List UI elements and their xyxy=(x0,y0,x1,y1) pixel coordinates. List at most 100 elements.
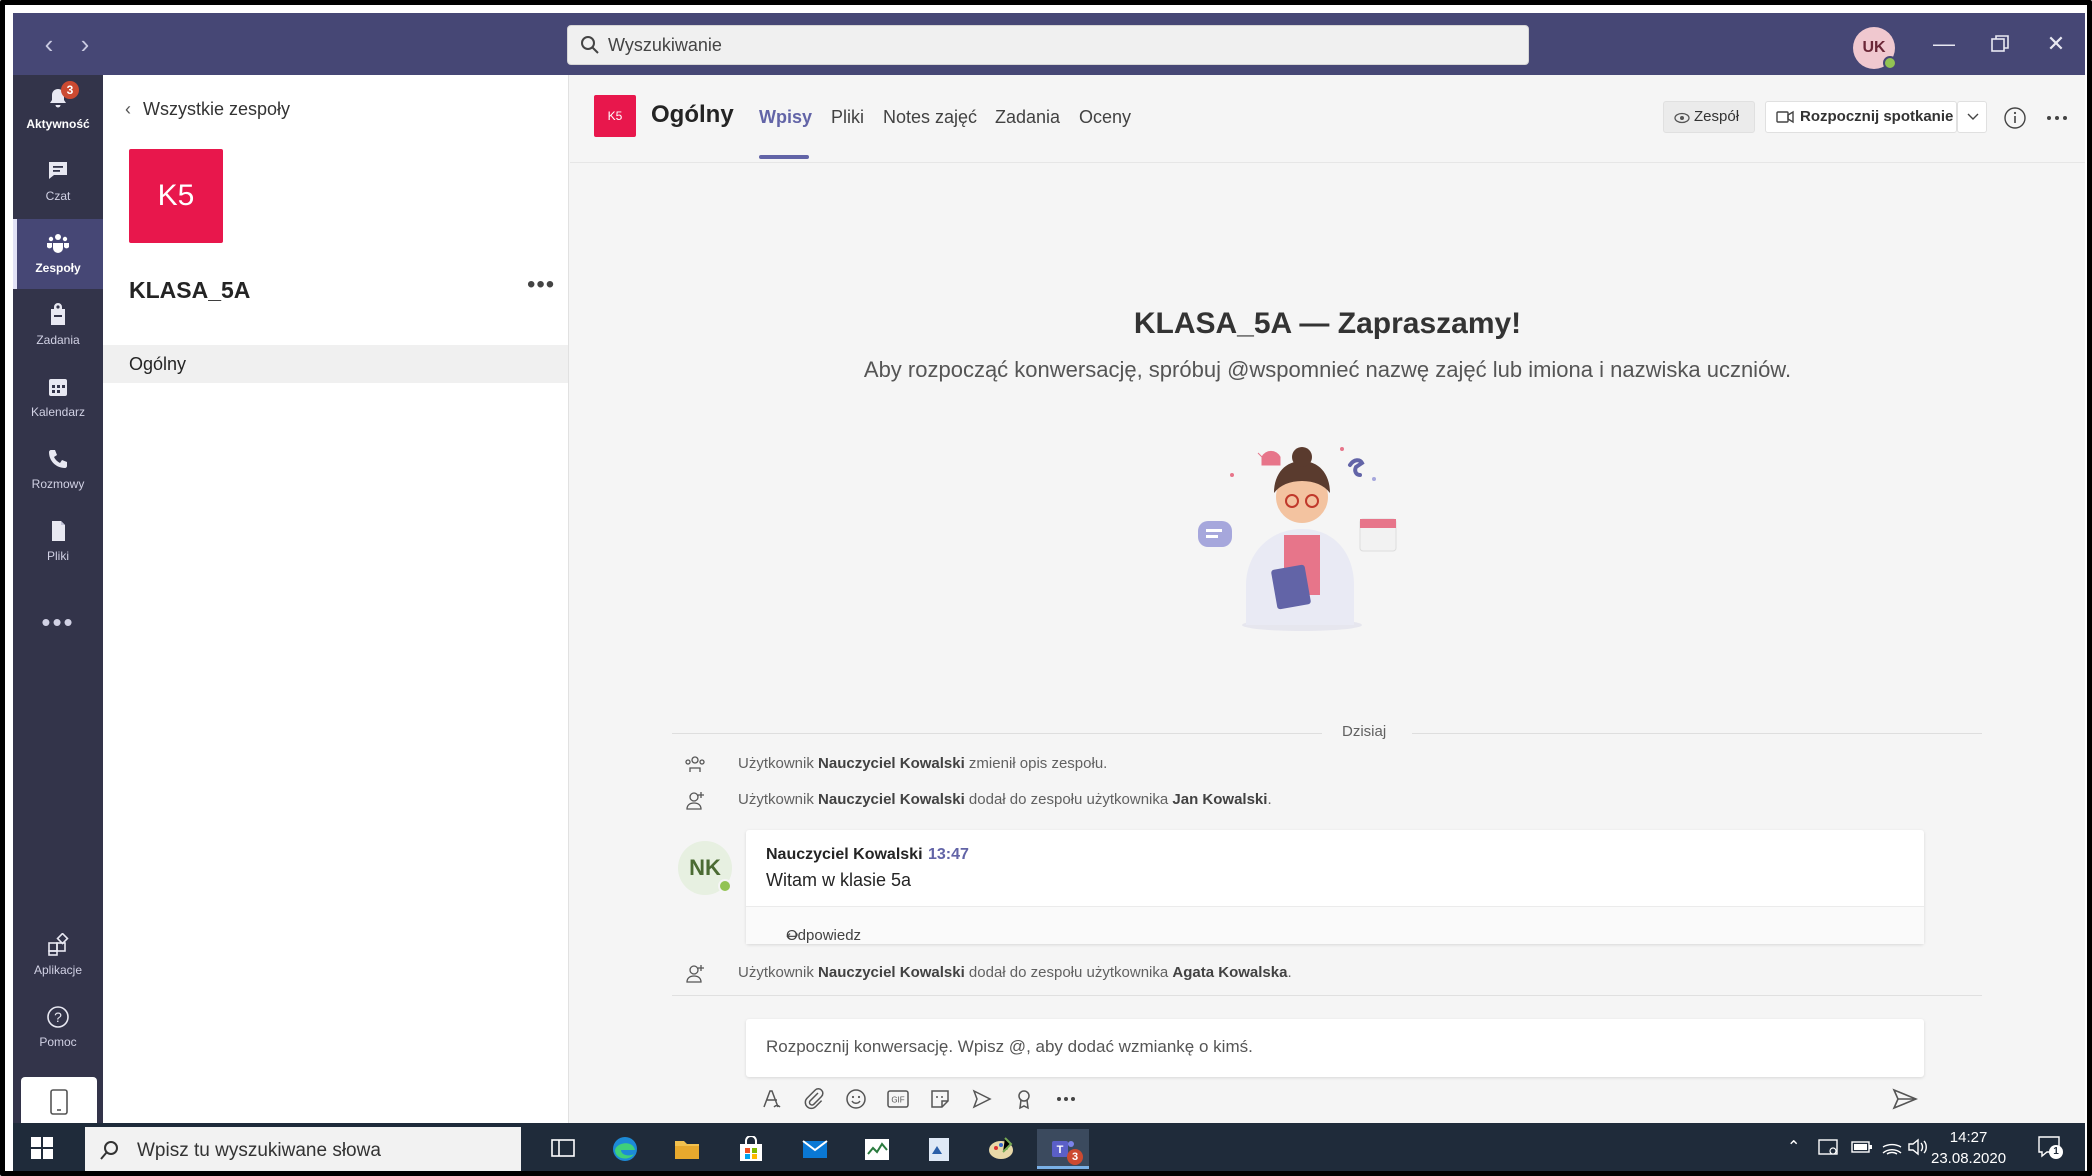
edge-icon xyxy=(613,1137,637,1161)
rail-item-apps[interactable]: Aplikacje xyxy=(13,921,103,991)
channel-name: Ogólny xyxy=(651,101,734,128)
mail-button[interactable] xyxy=(789,1129,841,1169)
tab-files[interactable]: Pliki xyxy=(831,107,864,128)
task-view-icon xyxy=(551,1139,575,1157)
tab-class-notebook[interactable]: Notes zajęć xyxy=(883,107,977,128)
presence-available-icon xyxy=(718,879,732,893)
edge-browser-button[interactable] xyxy=(599,1129,651,1169)
tab-grades[interactable]: Oceny xyxy=(1079,107,1131,128)
event-action: zmienił opis zespołu. xyxy=(964,755,1108,772)
mail-icon xyxy=(802,1140,828,1158)
store-button[interactable] xyxy=(725,1129,777,1169)
team-more-options-icon[interactable]: ••• xyxy=(527,271,555,299)
taskbar-search-placeholder: Wpisz tu wyszukiwane słowa xyxy=(137,1140,381,1161)
taskbar-search-input[interactable]: Wpisz tu wyszukiwane słowa xyxy=(85,1127,521,1171)
gif-icon[interactable]: GIF xyxy=(886,1087,910,1111)
rail-label-apps: Aplikacje xyxy=(33,963,83,977)
svg-text:GIF: GIF xyxy=(891,1096,904,1105)
active-tab-indicator xyxy=(759,155,809,159)
divider-line-right xyxy=(1412,733,1982,734)
send-icon[interactable] xyxy=(1892,1087,1918,1111)
team-view-label: Zespół xyxy=(1694,108,1740,125)
event-action: dodał do zespołu użytkownika xyxy=(964,964,1173,981)
channel-team-tile: K5 xyxy=(594,95,636,137)
user-avatar[interactable]: UK xyxy=(1853,27,1897,70)
all-teams-link[interactable]: ‹ Wszystkie zespoły xyxy=(125,99,290,120)
search-placeholder: Wyszukiwanie xyxy=(608,35,722,55)
compose-box[interactable]: Rozpocznij konwersację. Wpisz @, aby dod… xyxy=(746,1019,1924,1077)
rail-item-help[interactable]: ? Pomoc xyxy=(13,993,103,1063)
tab-posts[interactable]: Wpisy xyxy=(759,107,812,128)
reply-button[interactable]: ↩ Odpowiedz xyxy=(746,906,1924,945)
event-prefix: Użytkownik xyxy=(738,755,819,772)
date-divider: Dzisiaj xyxy=(672,723,1982,745)
app-button-paint[interactable] xyxy=(975,1129,1027,1169)
rail-item-chat[interactable]: Czat xyxy=(13,147,103,217)
rail-label-files: Pliki xyxy=(46,549,69,563)
rail-label-assignments: Zadania xyxy=(36,333,80,347)
app-button-image[interactable] xyxy=(913,1129,965,1169)
attach-icon[interactable] xyxy=(802,1087,826,1111)
tab-assignments[interactable]: Zadania xyxy=(995,107,1060,128)
task-view-button[interactable] xyxy=(537,1129,589,1169)
rail-item-calendar[interactable]: Kalendarz xyxy=(13,363,103,433)
info-icon[interactable] xyxy=(2002,105,2028,131)
back-nav-icon[interactable]: ‹ xyxy=(35,31,63,59)
message-author-avatar[interactable]: NK xyxy=(678,841,732,895)
team-settings-icon xyxy=(685,756,705,772)
sticker-icon[interactable] xyxy=(928,1087,952,1111)
rail-label-activity: Aktywność xyxy=(26,117,90,131)
notification-count: 1 xyxy=(2049,1145,2063,1159)
restore-button[interactable] xyxy=(1985,31,2015,57)
rail-item-teams[interactable]: Zespoły xyxy=(13,219,103,289)
message-author: Nauczyciel Kowalski xyxy=(766,846,923,863)
mobile-download-button[interactable] xyxy=(21,1077,97,1123)
presence-available-icon xyxy=(1883,56,1897,70)
volume-icon[interactable] xyxy=(1907,1137,1929,1157)
add-member-icon xyxy=(686,792,704,810)
system-event-text: Użytkownik Nauczyciel Kowalski dodał do … xyxy=(738,964,1292,981)
file-explorer-button[interactable] xyxy=(661,1129,713,1169)
title-bar: ‹ › Wyszukiwanie UK — ✕ xyxy=(13,13,2085,75)
wifi-icon[interactable] xyxy=(1881,1137,1903,1157)
team-view-button[interactable]: Zespół xyxy=(1663,101,1755,133)
teams-icon xyxy=(47,234,69,253)
message-time: 13:47 xyxy=(928,846,969,863)
team-panel: ‹ Wszystkie zespoły K5 KLASA_5A ••• Ogóln… xyxy=(103,75,569,1123)
rail-item-calls[interactable]: Rozmowy xyxy=(13,435,103,505)
praise-icon[interactable] xyxy=(1012,1087,1036,1111)
meet-now-icon[interactable] xyxy=(970,1087,994,1111)
forward-nav-icon[interactable]: › xyxy=(71,31,99,59)
battery-icon[interactable] xyxy=(1851,1139,1873,1155)
channel-main: K5 Ogólny Wpisy Pliki Notes zajęć Zadani… xyxy=(570,75,2085,1123)
rail-label-teams: Zespoły xyxy=(35,261,81,275)
close-button[interactable]: ✕ xyxy=(2041,31,2071,57)
teams-taskbar-badge: 3 xyxy=(1067,1149,1083,1165)
windows-start-icon[interactable] xyxy=(31,1137,53,1159)
search-input[interactable]: Wyszukiwanie xyxy=(567,25,1529,65)
store-bag-icon xyxy=(740,1136,762,1161)
app-rail: 3 Aktywność Czat Zespoły Zadania Kalenda… xyxy=(13,75,103,1123)
more-options-icon[interactable] xyxy=(2044,105,2070,131)
svg-text:?: ? xyxy=(54,1009,62,1025)
app-button-chart[interactable] xyxy=(851,1129,903,1169)
rail-item-files[interactable]: Pliki xyxy=(13,507,103,577)
rail-label-calendar: Kalendarz xyxy=(30,405,86,419)
meeting-options-dropdown[interactable] xyxy=(1957,101,1987,133)
rail-more-icon[interactable]: ••• xyxy=(13,607,103,638)
emoji-icon[interactable] xyxy=(844,1087,868,1111)
action-center-button[interactable]: 1 xyxy=(2037,1135,2063,1159)
team-avatar-tile: K5 xyxy=(129,149,223,243)
rail-item-activity[interactable]: 3 Aktywność xyxy=(13,75,103,145)
message-card[interactable]: Nauczyciel Kowalski 13:47 Witam w klasie… xyxy=(746,830,1924,945)
tray-chevron-up-icon[interactable]: ⌃ xyxy=(1787,1137,1800,1157)
channel-item-general[interactable]: Ogólny xyxy=(103,345,568,383)
tray-network-status-icon[interactable] xyxy=(1817,1137,1839,1157)
taskbar-clock[interactable]: 14:27 23.08.2020 xyxy=(1931,1127,2006,1169)
more-icon[interactable] xyxy=(1054,1087,1078,1111)
teams-taskbar-button[interactable]: T 3 xyxy=(1037,1129,1089,1169)
rail-item-assignments[interactable]: Zadania xyxy=(13,291,103,361)
minimize-button[interactable]: — xyxy=(1929,31,1959,57)
start-meeting-button[interactable]: Rozpocznij spotkanie xyxy=(1765,101,1957,133)
format-icon[interactable] xyxy=(760,1087,784,1111)
